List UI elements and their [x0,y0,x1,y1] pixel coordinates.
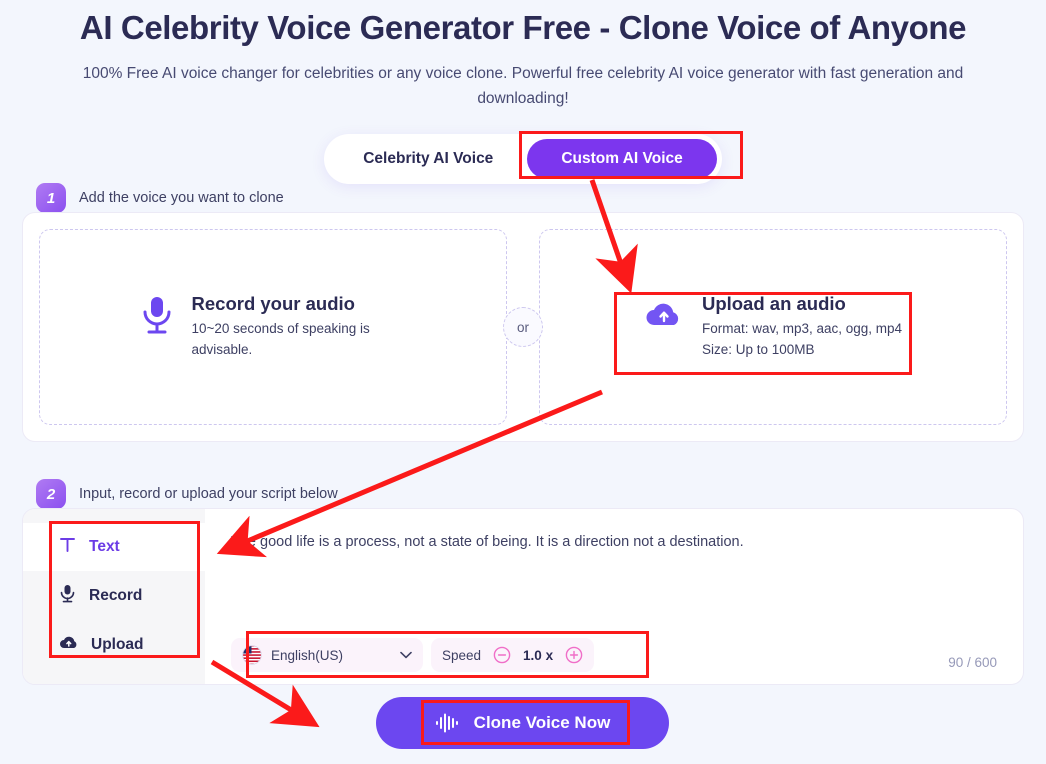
hero-section: AI Celebrity Voice Generator Free - Clon… [0,0,1046,112]
cloud-upload-icon [59,634,78,655]
page-title: AI Celebrity Voice Generator Free - Clon… [79,9,967,46]
waveform-icon [435,713,461,733]
upload-audio-text: Upload an audio Format: wav, mp3, aac, o… [702,293,902,361]
language-value: English(US) [271,647,344,663]
upload-audio-dropzone[interactable]: Upload an audio Format: wav, mp3, aac, o… [539,229,1007,425]
upload-audio-content: Upload an audio Format: wav, mp3, aac, o… [644,293,902,361]
tab-celebrity-ai-voice[interactable]: Celebrity AI Voice [329,139,527,179]
speed-label: Speed [442,647,482,663]
step-2-card: Text Record Upload The good life is a pr… [22,508,1024,685]
chevron-down-icon [400,646,412,664]
step-1-badge: 1 [36,183,66,213]
mode-tabs: Celebrity AI Voice Custom AI Voice [324,133,722,184]
record-audio-title: Record your audio [191,293,355,315]
tab-custom-ai-voice[interactable]: Custom AI Voice [527,138,717,179]
script-source-tabs: Text Record Upload [23,509,205,684]
upload-audio-format: Format: wav, mp3, aac, ogg, mp4 [701,321,903,337]
record-audio-subtitle: 10~20 seconds of speaking is advisable. [191,321,370,357]
sidebar-item-record-label: Record [89,587,143,604]
cloud-upload-icon [644,299,684,334]
us-flag-icon [242,645,262,665]
sidebar-item-record[interactable]: Record [23,571,205,621]
clone-voice-now-button[interactable]: Clone Voice Now [376,697,669,749]
microphone-icon [59,584,76,608]
language-select[interactable]: English(US) [231,638,423,672]
sidebar-item-text[interactable]: Text [23,523,205,571]
circle-minus-icon[interactable] [493,646,511,664]
speed-value: 1.0 x [523,647,554,663]
speed-stepper[interactable]: Speed 1.0 x [431,638,595,672]
microphone-icon [140,295,174,340]
step-2-label: Input, record or upload your script belo… [79,486,338,502]
upload-audio-size: Size: Up to 100MB [701,342,815,357]
script-textarea[interactable]: The good life is a process, not a state … [231,531,999,554]
circle-plus-icon[interactable] [565,646,583,664]
clone-voice-now-label: Clone Voice Now [473,713,611,732]
or-divider-chip: or [503,307,543,347]
sidebar-item-upload-label: Upload [91,635,144,653]
script-editor-panel: The good life is a process, not a state … [205,509,1023,684]
text-t-icon [59,536,76,558]
record-audio-text: Record your audio 10~20 seconds of speak… [192,293,407,361]
step-2-badge: 2 [36,479,66,509]
editor-controls: English(US) Speed 1.0 x [231,638,595,672]
step-1-header: 1 Add the voice you want to clone [28,183,284,213]
dropzone-row: Record your audio 10~20 seconds of speak… [23,213,1023,441]
page-root: AI Celebrity Voice Generator Free - Clon… [0,0,1046,764]
sidebar-item-upload[interactable]: Upload [23,621,205,668]
sidebar-item-text-label: Text [89,538,120,555]
character-counter: 90 / 600 [948,655,997,670]
upload-audio-title: Upload an audio [701,293,846,315]
step-1-label: Add the voice you want to clone [79,190,284,206]
mode-tabs-container: Celebrity AI Voice Custom AI Voice [0,133,1046,184]
step-1-card: Record your audio 10~20 seconds of speak… [22,212,1024,442]
step-2-header: 2 Input, record or upload your script be… [28,479,338,509]
page-subtitle: 100% Free AI voice changer for celebriti… [82,65,964,108]
record-audio-content: Record your audio 10~20 seconds of speak… [140,293,407,361]
record-audio-dropzone[interactable]: Record your audio 10~20 seconds of speak… [39,229,507,425]
